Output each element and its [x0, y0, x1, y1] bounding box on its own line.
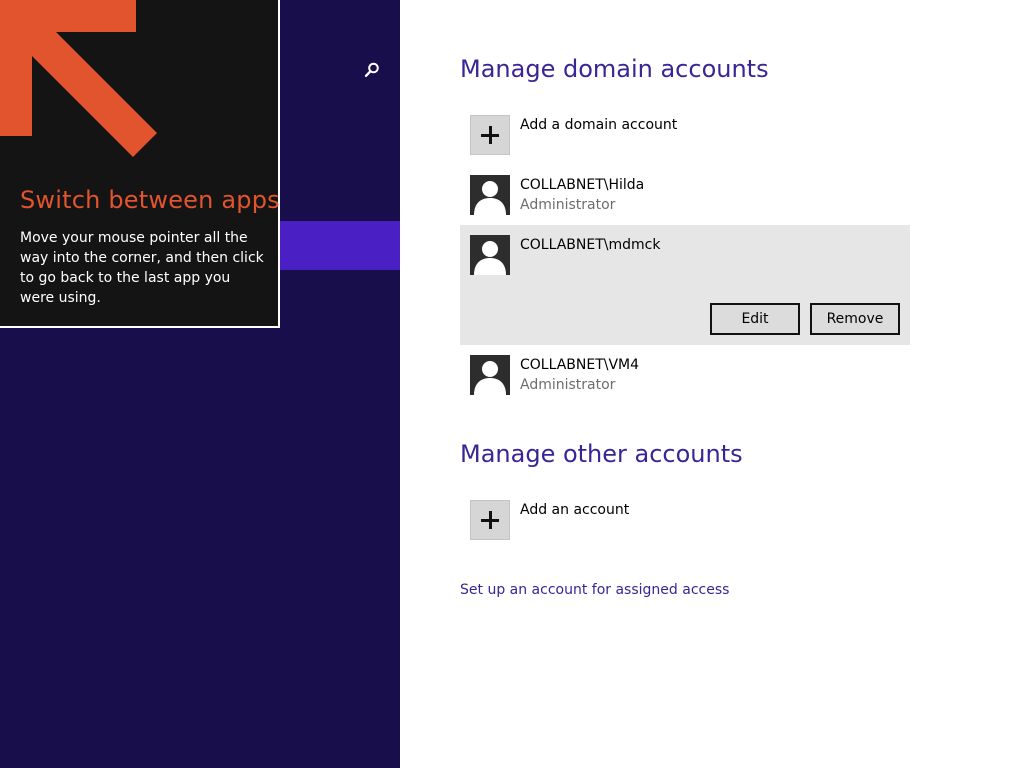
account-name-hilda[interactable]: COLLABNET\Hilda	[520, 177, 644, 193]
add-account-button[interactable]	[470, 500, 510, 540]
assigned-access-link[interactable]: Set up an account for assigned access	[460, 582, 729, 598]
user-avatar-icon[interactable]	[470, 355, 510, 395]
remove-account-button[interactable]: Remove	[810, 303, 900, 335]
add-domain-account-label[interactable]: Add a domain account	[520, 117, 677, 133]
user-avatar-icon[interactable]	[470, 175, 510, 215]
edit-account-button[interactable]: Edit	[710, 303, 800, 335]
add-domain-account-button[interactable]	[470, 115, 510, 155]
add-account-label[interactable]: Add an account	[520, 502, 629, 518]
account-name-mdmck[interactable]: COLLABNET\mdmck	[520, 237, 660, 253]
other-accounts-heading: Manage other accounts	[460, 440, 743, 468]
domain-accounts-heading: Manage domain accounts	[460, 55, 769, 83]
search-icon[interactable]	[362, 60, 382, 80]
account-role-hilda: Administrator	[520, 197, 616, 213]
account-name-vm4[interactable]: COLLABNET\VM4	[520, 357, 639, 373]
user-avatar-icon[interactable]	[470, 235, 510, 275]
account-role-vm4: Administrator	[520, 377, 616, 393]
tip-body: Move your mouse pointer all the way into…	[20, 230, 264, 306]
switch-apps-tip: Switch between apps Move your mouse poin…	[0, 0, 280, 328]
tip-title: Switch between apps	[20, 186, 280, 214]
corner-arrow-icon	[0, 0, 160, 160]
